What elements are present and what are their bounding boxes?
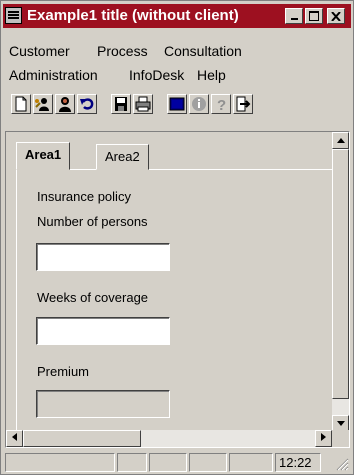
tab-area1[interactable]: Area1 <box>16 142 71 170</box>
close-icon <box>331 11 341 22</box>
new-document-icon <box>15 96 27 112</box>
status-time: 12:22 <box>275 453 321 472</box>
status-pane-5 <box>229 453 273 472</box>
info-icon <box>192 97 206 111</box>
help-icon: ? <box>217 97 226 114</box>
menu-bar-row-1: Customer Process Consultation <box>3 39 351 63</box>
number-of-persons-label: Number of persons <box>37 214 148 229</box>
window-title: Example1 title (without client) <box>27 7 239 24</box>
client-area: Insurance policy Number of persons Weeks… <box>5 131 350 448</box>
exit-button[interactable] <box>233 94 253 114</box>
tab-panel: Insurance policy Number of persons Weeks… <box>16 169 333 447</box>
svg-text:?: ? <box>217 97 226 113</box>
weeks-of-coverage-label: Weeks of coverage <box>37 290 149 305</box>
minimize-button[interactable] <box>285 8 303 24</box>
resize-grip-icon[interactable] <box>335 457 349 471</box>
save-icon <box>115 97 127 111</box>
menu-customer[interactable]: Customer <box>9 43 70 59</box>
print-button[interactable] <box>133 94 153 114</box>
premium-label: Premium <box>37 364 90 379</box>
scroll-up-button[interactable] <box>332 132 349 149</box>
person-icon <box>59 97 71 112</box>
arrow-right-icon <box>321 433 326 441</box>
status-pane-2 <box>117 453 147 472</box>
customer-search-button[interactable] <box>33 94 53 114</box>
arrow-down-icon <box>336 421 345 426</box>
new-button[interactable] <box>11 94 31 114</box>
vertical-scroll-thumb[interactable] <box>332 149 349 399</box>
status-pane-1 <box>5 453 115 472</box>
menu-consultation[interactable]: Consultation <box>164 43 242 59</box>
status-pane-3 <box>149 453 187 472</box>
arrow-up-icon <box>336 138 345 143</box>
scroll-left-button[interactable] <box>6 430 23 447</box>
window-button[interactable] <box>167 94 187 114</box>
vertical-scrollbar[interactable] <box>332 132 349 432</box>
help-button[interactable]: ? <box>211 94 231 114</box>
arrow-left-icon <box>12 433 17 441</box>
insurance-policy-label: Insurance policy <box>37 189 131 204</box>
title-bar[interactable]: Example1 title (without client) <box>3 4 351 28</box>
minimize-icon <box>290 18 298 20</box>
close-button[interactable] <box>327 8 345 24</box>
info-button[interactable] <box>189 94 209 114</box>
horizontal-scroll-thumb[interactable] <box>23 430 141 447</box>
customer-search-icon <box>35 98 49 111</box>
weeks-of-coverage-field[interactable] <box>36 317 170 345</box>
print-icon <box>135 96 151 112</box>
menu-infodesk[interactable]: InfoDesk <box>129 67 184 83</box>
undo-button[interactable] <box>77 94 97 114</box>
person-button[interactable] <box>55 94 75 114</box>
scroll-right-button[interactable] <box>315 430 332 447</box>
toolbar: ? <box>3 89 351 121</box>
menu-bar-row-2: Administration InfoDesk Help <box>3 63 351 87</box>
menu-administration[interactable]: Administration <box>9 67 98 83</box>
premium-field <box>36 390 170 418</box>
application-window: Example1 title (without client) Customer… <box>0 0 354 475</box>
menu-help[interactable]: Help <box>197 67 226 83</box>
app-icon[interactable] <box>5 7 22 24</box>
save-button[interactable] <box>111 94 131 114</box>
status-bar: 12:22 <box>3 451 351 473</box>
menu-process[interactable]: Process <box>97 43 148 59</box>
maximize-button[interactable] <box>305 8 323 24</box>
status-pane-4 <box>189 453 227 472</box>
maximize-icon <box>309 11 319 21</box>
window-icon <box>169 97 185 111</box>
scrollbar-corner <box>332 430 349 447</box>
horizontal-scrollbar[interactable] <box>6 430 332 447</box>
undo-icon <box>80 98 94 110</box>
tab-area2[interactable]: Area2 <box>96 144 149 170</box>
number-of-persons-field[interactable] <box>36 243 170 271</box>
exit-icon <box>236 96 251 112</box>
